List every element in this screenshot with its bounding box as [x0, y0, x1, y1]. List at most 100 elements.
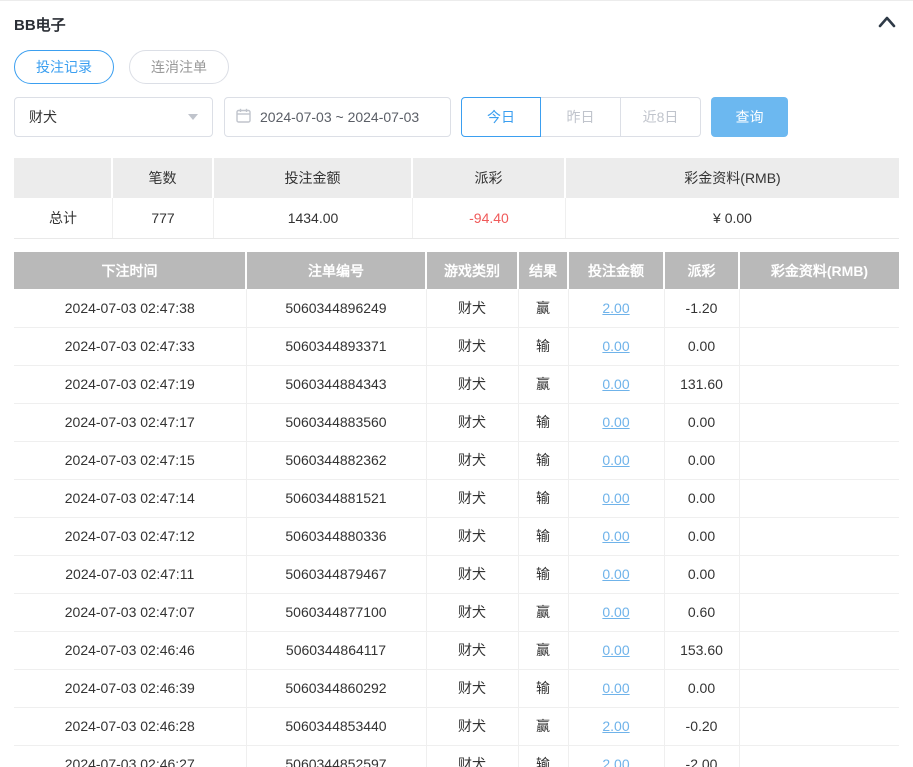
- summary-total-bet-amount: 1434.00: [214, 198, 413, 238]
- bet-amount-cell: 0.00: [568, 631, 665, 670]
- bet-records-table: 下注时间 注单编号 游戏类别 结果 投注金额 派彩 彩金资料(RMB) 2024…: [14, 252, 899, 767]
- bet-amount-link[interactable]: 0.00: [602, 376, 629, 392]
- order-id-cell: 5060344853440: [246, 707, 427, 746]
- bonus-cell: [739, 555, 899, 594]
- summary-total-payout: -94.40: [413, 198, 566, 238]
- bet-amount-link[interactable]: 0.00: [602, 680, 629, 696]
- table-row: 2024-07-03 02:47:33 5060344893371 财犬 输 0…: [14, 327, 899, 366]
- bet-amount-link[interactable]: 0.00: [602, 338, 629, 354]
- payout-cell: 131.60: [664, 365, 740, 404]
- bet-time-cell: 2024-07-03 02:47:11: [14, 555, 247, 594]
- column-header-game: 游戏类别: [426, 252, 519, 289]
- bet-amount-link[interactable]: 0.00: [602, 604, 629, 620]
- payout-cell: 0.00: [664, 441, 740, 480]
- order-id-cell: 5060344882362: [246, 441, 427, 480]
- search-button[interactable]: 查询: [711, 97, 788, 137]
- column-header-bonus: 彩金资料(RMB): [739, 252, 899, 289]
- table-row: 2024-07-03 02:46:39 5060344860292 财犬 输 0…: [14, 669, 899, 708]
- summary-total-label: 总计: [14, 198, 113, 238]
- table-row: 2024-07-03 02:47:14 5060344881521 财犬 输 0…: [14, 479, 899, 518]
- bet-time-cell: 2024-07-03 02:47:12: [14, 517, 247, 556]
- result-cell: 输: [518, 669, 569, 708]
- payout-cell: 0.60: [664, 593, 740, 632]
- date-range-input[interactable]: 2024-07-03 ~ 2024-07-03: [224, 97, 451, 137]
- order-id-cell: 5060344883560: [246, 403, 427, 442]
- bonus-cell: [739, 289, 899, 328]
- result-cell: 输: [518, 327, 569, 366]
- summary-table: 笔数 投注金额 派彩 彩金资料(RMB) 总计 777 1434.00 -94.…: [14, 158, 899, 239]
- bet-amount-link[interactable]: 0.00: [602, 528, 629, 544]
- today-button[interactable]: 今日: [461, 97, 541, 137]
- game-select-value: 财犬: [29, 109, 57, 125]
- panel-header: BB电子: [14, 1, 899, 45]
- game-select[interactable]: 财犬: [14, 97, 213, 137]
- bonus-cell: [739, 403, 899, 442]
- order-id-cell: 5060344893371: [246, 327, 427, 366]
- bet-amount-cell: 0.00: [568, 403, 665, 442]
- bonus-cell: [739, 631, 899, 670]
- payout-cell: -2.00: [664, 745, 740, 767]
- bet-amount-link[interactable]: 0.00: [602, 452, 629, 468]
- tab-bet-records[interactable]: 投注记录: [14, 50, 114, 84]
- column-header-result: 结果: [518, 252, 569, 289]
- collapse-panel-button[interactable]: [875, 12, 899, 36]
- summary-header-blank: [14, 158, 113, 198]
- result-cell: 赢: [518, 707, 569, 746]
- last-8-days-button[interactable]: 近8日: [621, 97, 701, 137]
- summary-header-payout: 派彩: [413, 158, 566, 198]
- record-type-tabs: 投注记录 连消注单: [14, 50, 899, 84]
- result-cell: 输: [518, 555, 569, 594]
- table-row: 2024-07-03 02:47:17 5060344883560 财犬 输 0…: [14, 403, 899, 442]
- game-type-cell: 财犬: [426, 707, 519, 746]
- bonus-cell: [739, 745, 899, 767]
- bet-amount-cell: 0.00: [568, 327, 665, 366]
- bet-amount-link[interactable]: 2.00: [602, 718, 629, 734]
- bonus-cell: [739, 669, 899, 708]
- bet-amount-cell: 0.00: [568, 365, 665, 404]
- page-title: BB电子: [14, 16, 66, 34]
- game-type-cell: 财犬: [426, 441, 519, 480]
- bet-time-cell: 2024-07-03 02:47:17: [14, 403, 247, 442]
- game-type-cell: 财犬: [426, 289, 519, 328]
- order-id-cell: 5060344880336: [246, 517, 427, 556]
- result-cell: 赢: [518, 289, 569, 328]
- bet-time-cell: 2024-07-03 02:46:27: [14, 745, 247, 767]
- order-id-cell: 5060344852597: [246, 745, 427, 767]
- bet-amount-link[interactable]: 0.00: [602, 642, 629, 658]
- bet-amount-link[interactable]: 2.00: [602, 300, 629, 316]
- bet-amount-link[interactable]: 0.00: [602, 490, 629, 506]
- yesterday-button[interactable]: 昨日: [541, 97, 621, 137]
- result-cell: 输: [518, 517, 569, 556]
- bet-amount-link[interactable]: 0.00: [602, 414, 629, 430]
- table-row: 2024-07-03 02:47:11 5060344879467 财犬 输 0…: [14, 555, 899, 594]
- summary-header-row: 笔数 投注金额 派彩 彩金资料(RMB): [14, 158, 899, 198]
- filter-bar: 财犬 2024-07-03 ~ 2024-07-03 今日 昨日 近8日 查询: [14, 97, 899, 137]
- summary-total-count: 777: [113, 198, 214, 238]
- game-type-cell: 财犬: [426, 593, 519, 632]
- bonus-cell: [739, 479, 899, 518]
- calendar-icon: [236, 108, 251, 126]
- bet-time-cell: 2024-07-03 02:47:15: [14, 441, 247, 480]
- bet-time-cell: 2024-07-03 02:47:14: [14, 479, 247, 518]
- table-row: 2024-07-03 02:47:38 5060344896249 财犬 赢 2…: [14, 289, 899, 328]
- bet-time-cell: 2024-07-03 02:47:07: [14, 593, 247, 632]
- result-cell: 输: [518, 745, 569, 767]
- game-type-cell: 财犬: [426, 517, 519, 556]
- chevron-down-icon: [188, 114, 198, 120]
- column-header-payout: 派彩: [664, 252, 740, 289]
- game-type-cell: 财犬: [426, 327, 519, 366]
- bet-amount-link[interactable]: 0.00: [602, 566, 629, 582]
- bet-amount-cell: 0.00: [568, 555, 665, 594]
- payout-cell: 153.60: [664, 631, 740, 670]
- summary-total-bonus: ¥ 0.00: [566, 198, 899, 238]
- payout-cell: -1.20: [664, 289, 740, 328]
- tab-cancelled-orders[interactable]: 连消注单: [129, 50, 229, 84]
- bet-time-cell: 2024-07-03 02:47:33: [14, 327, 247, 366]
- table-row: 2024-07-03 02:46:28 5060344853440 财犬 赢 2…: [14, 707, 899, 746]
- payout-cell: 0.00: [664, 403, 740, 442]
- result-cell: 输: [518, 403, 569, 442]
- bet-time-cell: 2024-07-03 02:46:46: [14, 631, 247, 670]
- result-cell: 赢: [518, 631, 569, 670]
- bet-amount-link[interactable]: 2.00: [602, 756, 629, 767]
- bet-amount-cell: 0.00: [568, 593, 665, 632]
